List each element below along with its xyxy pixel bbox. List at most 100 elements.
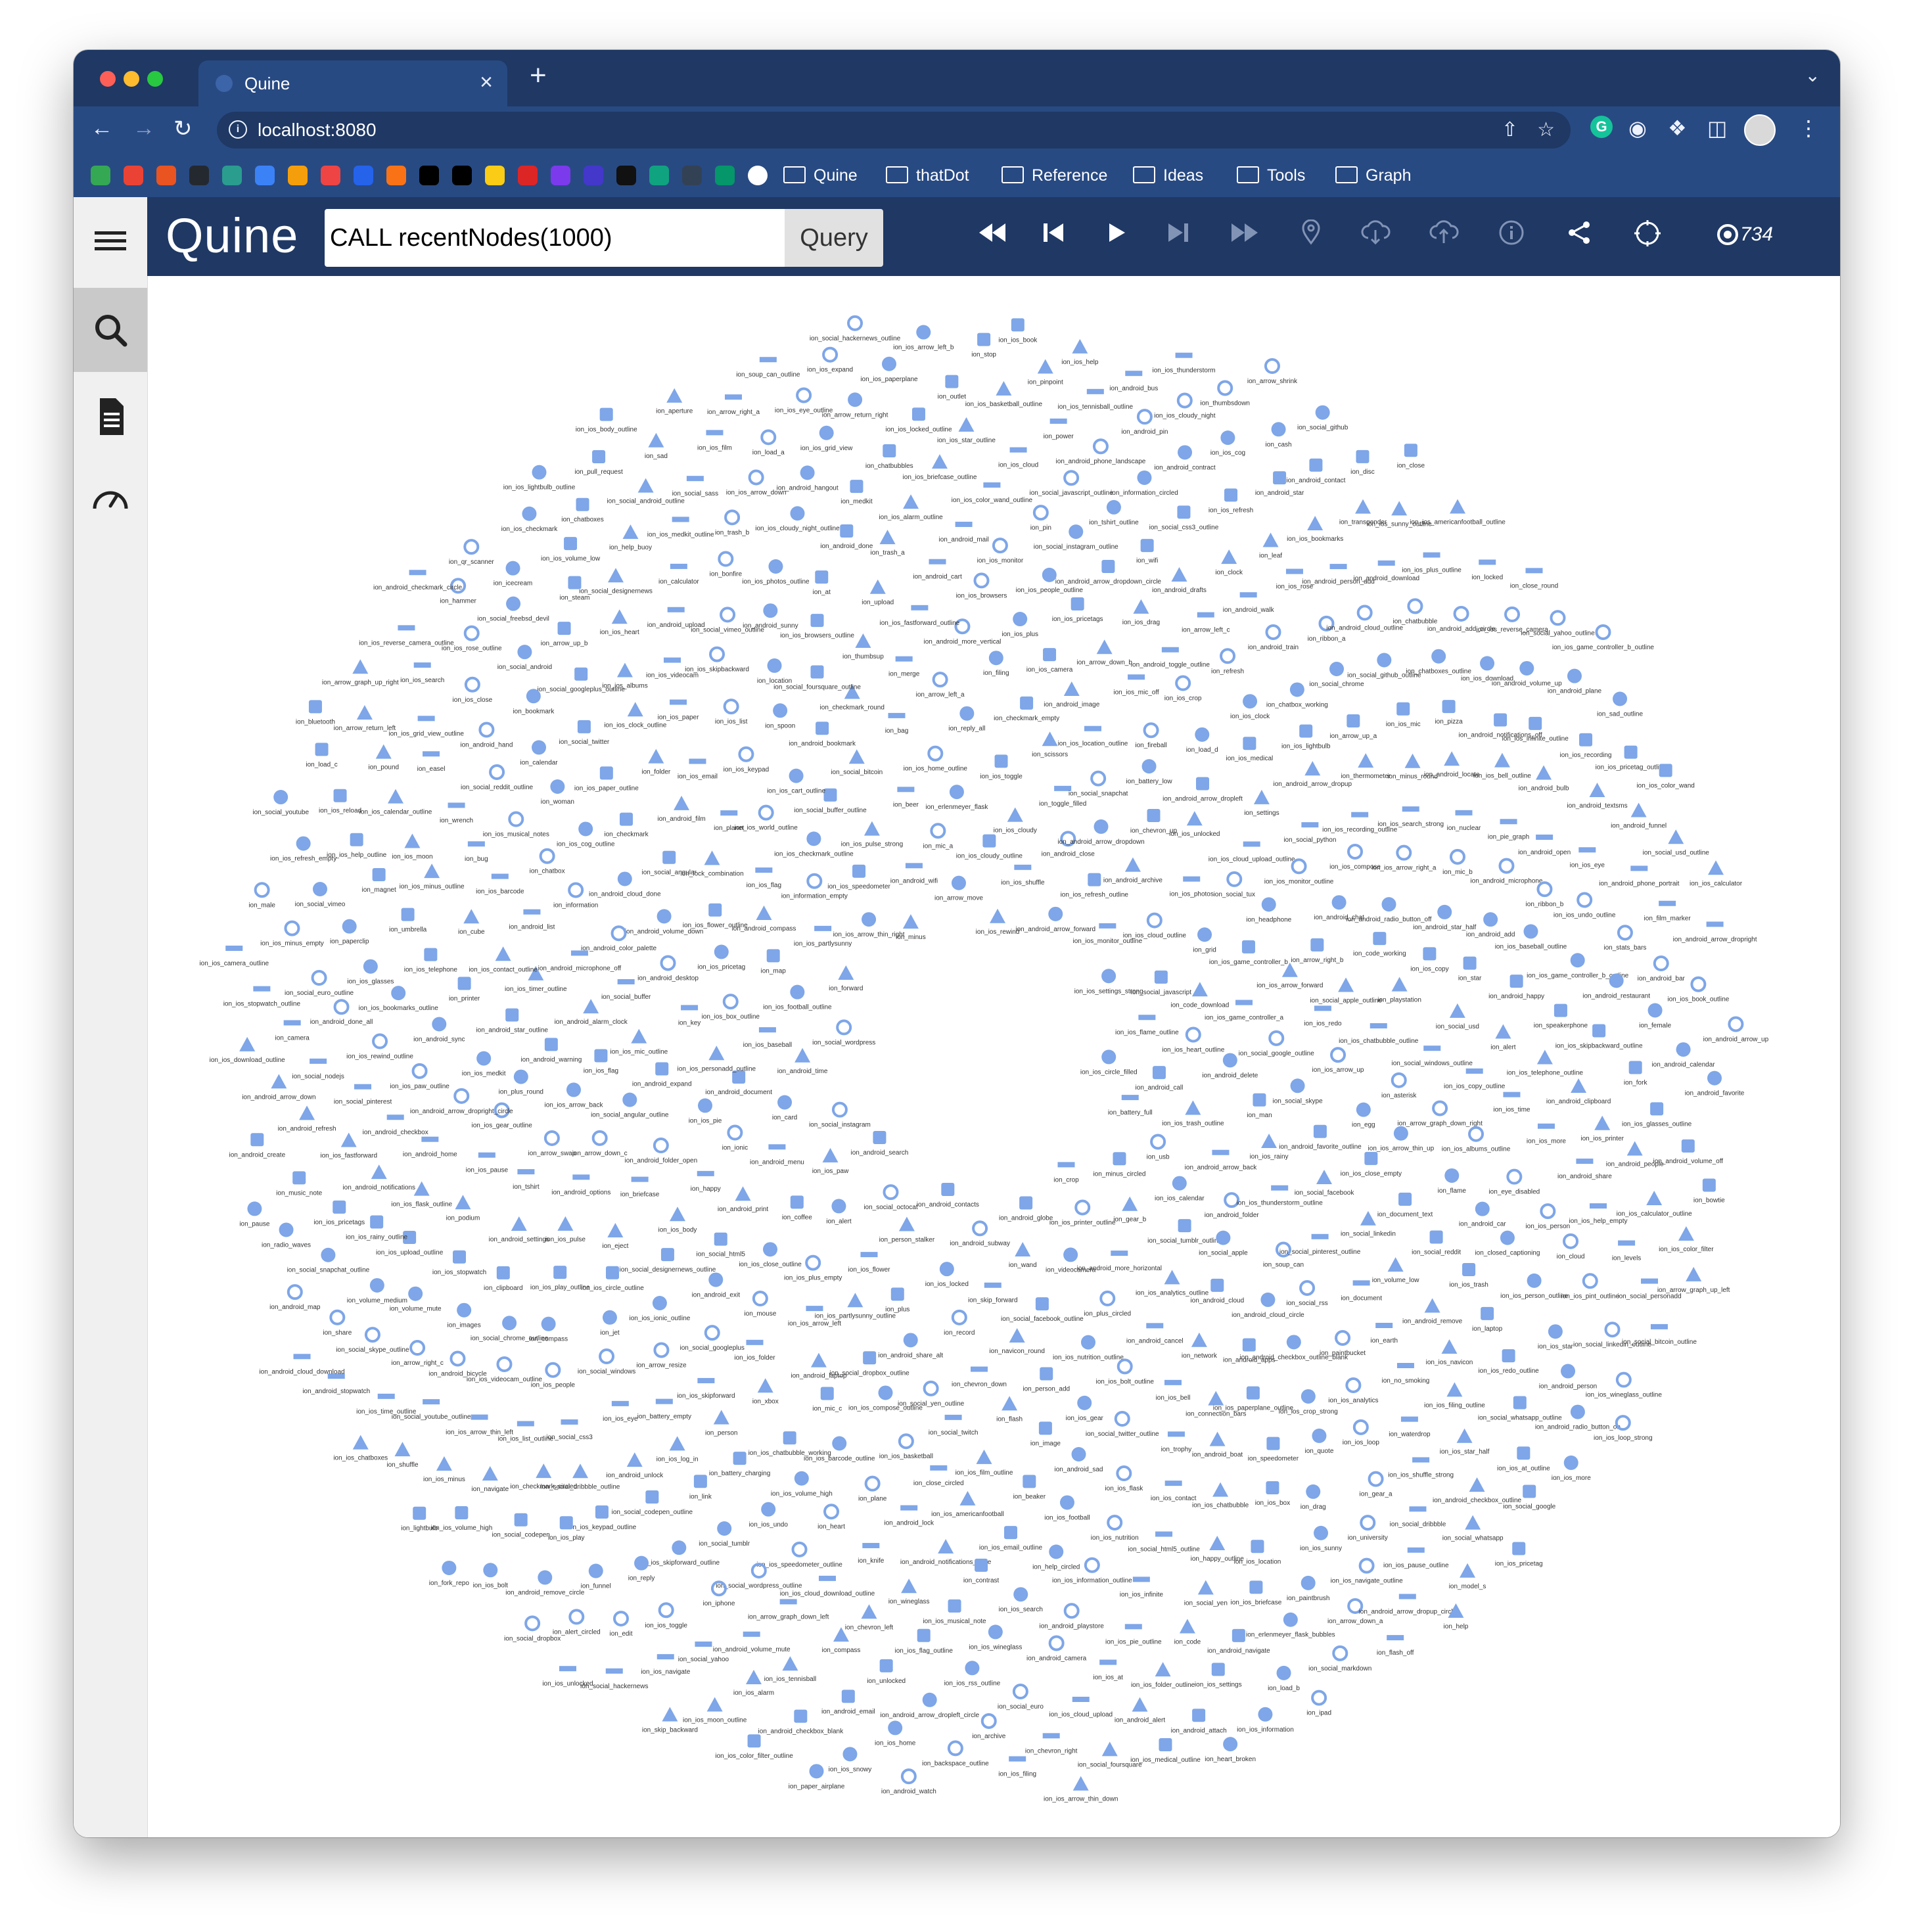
node-icon[interactable] <box>898 1433 914 1450</box>
graph-node[interactable]: ion_android_arrow_forward <box>1015 906 1095 933</box>
graph-node[interactable]: ion_merge <box>888 656 920 678</box>
graph-node[interactable]: ion_outlet <box>938 375 967 401</box>
graph-node[interactable]: ion_android_wifi <box>890 863 938 885</box>
graph-node[interactable]: ion_social_javascript <box>1131 970 1191 996</box>
graph-node[interactable]: ion_ios_cloudy_night_outline <box>755 506 840 532</box>
node-icon[interactable] <box>1290 1078 1305 1093</box>
node-icon[interactable] <box>506 596 521 611</box>
graph-node[interactable]: ion_ios_speedometer <box>827 864 891 890</box>
graph-node[interactable]: ion_ios_tennisball <box>764 1656 817 1683</box>
graph-node[interactable]: ion_ios_checkmark <box>501 506 559 533</box>
graph-node[interactable]: ion_nuclear <box>1447 810 1481 832</box>
graph-node[interactable]: ion_ios_arrow_thin_down <box>1044 1776 1118 1803</box>
node-icon[interactable] <box>1311 1233 1329 1239</box>
graph-node[interactable]: ion_android_arrow_dropright_circle <box>410 1088 513 1115</box>
graph-node[interactable]: ion_android_print <box>718 1186 769 1213</box>
node-icon[interactable] <box>595 1505 609 1519</box>
graph-node[interactable]: ion_quote <box>1304 1428 1334 1455</box>
node-icon[interactable] <box>1221 549 1237 564</box>
node-icon[interactable] <box>955 521 973 527</box>
node-icon[interactable] <box>591 1130 608 1146</box>
node-icon[interactable] <box>1057 1162 1075 1168</box>
node-icon[interactable] <box>1210 1278 1224 1292</box>
node-icon[interactable] <box>927 745 944 762</box>
graph-node[interactable]: ion_android_sync <box>413 1017 465 1043</box>
graph-node[interactable]: ion_printer <box>449 977 480 1003</box>
node-icon[interactable] <box>1167 1431 1185 1437</box>
graph-node[interactable]: ion_close_round <box>1510 568 1558 589</box>
graph-node[interactable]: ion_android_desktop <box>637 955 699 982</box>
node-icon[interactable] <box>1570 1404 1585 1419</box>
graph-node[interactable]: ion_ios_cart_outline <box>767 768 825 795</box>
node-icon[interactable] <box>1391 1072 1407 1088</box>
graph-node[interactable]: ion_android_arrow_back <box>1185 1149 1258 1172</box>
graph-node[interactable]: ion_ios_reload <box>319 789 361 815</box>
node-icon[interactable] <box>1260 1292 1276 1307</box>
graph-node[interactable]: ion_ios_clock <box>1230 694 1270 720</box>
node-icon[interactable] <box>951 1309 967 1325</box>
node-icon[interactable] <box>810 1352 827 1368</box>
node-icon[interactable] <box>1276 1665 1291 1680</box>
node-icon[interactable] <box>1177 505 1191 519</box>
graph-node[interactable]: ion_chatbubbles <box>865 444 913 470</box>
graph-node[interactable]: ion_ios_arrow_thin_up <box>1368 1126 1435 1153</box>
graph-node[interactable]: ion_ios_chatbubble_outline <box>1339 1023 1419 1045</box>
node-icon[interactable] <box>1519 660 1534 676</box>
graph-node[interactable]: ion_ios_pricetags <box>1052 597 1103 623</box>
node-icon[interactable] <box>1043 648 1057 662</box>
graph-node[interactable]: ion_mic_b <box>1442 848 1473 876</box>
graph-node[interactable]: ion_cloud <box>1557 1233 1585 1260</box>
graph-node[interactable]: ion_ios_sunny <box>1300 1525 1342 1552</box>
graph-node[interactable]: ion_ios_gear <box>1066 1395 1104 1422</box>
node-icon[interactable] <box>1313 1124 1327 1138</box>
node-icon[interactable] <box>310 1058 327 1064</box>
graph-node[interactable]: ion_ios_fastforward <box>320 1132 377 1159</box>
node-icon[interactable] <box>287 1284 303 1300</box>
node-icon[interactable] <box>669 1436 685 1451</box>
node-icon[interactable] <box>1306 1484 1321 1499</box>
graph-node[interactable]: ion_drag <box>1301 1484 1326 1511</box>
node-icon[interactable] <box>1345 1377 1362 1394</box>
graph-node[interactable]: ion_mic_c <box>812 1387 842 1413</box>
graph-node[interactable]: ion_speakerphone <box>1534 1003 1588 1030</box>
node-icon[interactable] <box>1540 1203 1556 1220</box>
node-icon[interactable] <box>564 537 578 551</box>
google-icon[interactable] <box>748 166 768 185</box>
node-icon[interactable] <box>622 1092 637 1107</box>
reload-icon[interactable]: ↻ <box>173 116 193 142</box>
graph-node[interactable]: ion_android_alert <box>1115 1697 1166 1724</box>
graph-node[interactable]: ion_ios_analytics <box>1328 1377 1378 1404</box>
graph-node[interactable]: ion_social_foursquare <box>1078 1741 1142 1768</box>
node-icon[interactable] <box>931 454 948 469</box>
graph-node[interactable]: ion_planet <box>714 810 745 832</box>
node-icon[interactable] <box>1356 449 1370 463</box>
skip-back-icon[interactable] <box>1042 219 1065 246</box>
graph-node[interactable]: ion_ios_refresh <box>1209 488 1253 514</box>
graph-node[interactable]: ion_ios_reverse_camera_outline <box>359 625 454 647</box>
graph-node[interactable]: ion_ios_medkit <box>462 1051 506 1078</box>
node-icon[interactable] <box>1011 318 1025 332</box>
node-icon[interactable] <box>489 764 505 780</box>
node-icon[interactable] <box>1159 1738 1172 1752</box>
node-icon[interactable] <box>1048 906 1063 921</box>
node-icon[interactable] <box>761 1502 776 1517</box>
graph-node[interactable]: ion_checkmark <box>604 812 649 839</box>
graph-node[interactable]: ion_eye_disabled <box>1488 1168 1540 1196</box>
graph-node[interactable]: ion_ios_americanfootball <box>931 1490 1004 1518</box>
graph-node[interactable]: ion_ios_information_outline <box>1052 1557 1132 1584</box>
node-icon[interactable] <box>1706 921 1724 927</box>
graph-node[interactable]: ion_ios_contact <box>1151 1481 1197 1502</box>
node-icon[interactable] <box>709 646 725 662</box>
graph-node[interactable]: ion_ios_pulse <box>545 1216 586 1243</box>
graph-node[interactable]: ion_ios_cloud <box>998 447 1038 469</box>
node-icon[interactable] <box>467 841 485 847</box>
node-icon[interactable] <box>1243 841 1260 847</box>
graph-node[interactable]: ion_arrow_right_b <box>1291 938 1344 964</box>
node-icon[interactable] <box>364 1327 380 1343</box>
node-icon[interactable] <box>666 388 683 403</box>
graph-node[interactable]: ion_ios_nutrition_outline <box>1053 1335 1124 1362</box>
graph-node[interactable]: ion_android_list <box>509 909 555 931</box>
amazon-icon[interactable] <box>386 166 406 185</box>
node-icon[interactable] <box>315 743 329 756</box>
graph-node[interactable]: ion_ios_football <box>1044 1495 1090 1521</box>
